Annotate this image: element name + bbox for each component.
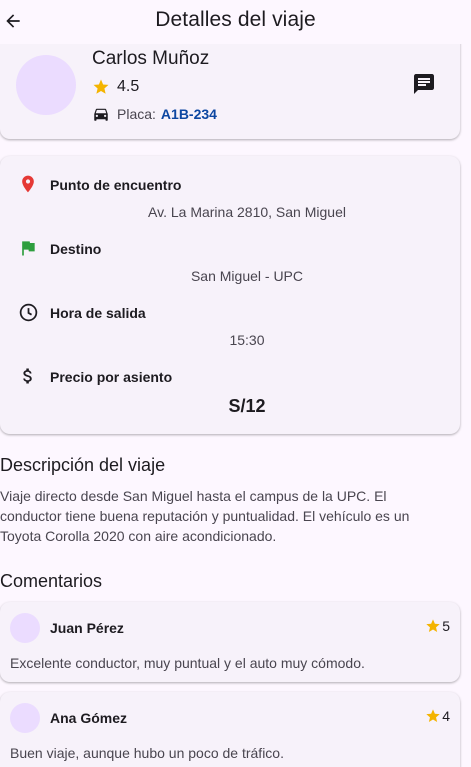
trip-details-card: Punto de encuentro Av. La Marina 2810, S… — [0, 156, 460, 434]
comment-text: Buen viaje, aunque hubo un poco de tráfi… — [10, 745, 284, 761]
comment-author: Juan Pérez — [50, 620, 124, 636]
meeting-point-icon-wrap — [17, 173, 39, 195]
location-pin-icon — [22, 175, 34, 193]
star-icon — [93, 79, 109, 94]
clock-icon — [19, 303, 37, 321]
meeting-point-value: Av. La Marina 2810, San Miguel — [148, 204, 346, 220]
driver-rating: 4.5 — [92, 78, 139, 96]
car-icon — [94, 108, 108, 121]
page-title: Detalles del viaje — [155, 8, 316, 31]
driver-plate: Placa: A1B-234 — [92, 105, 217, 123]
comments-title: Comentarios — [0, 571, 103, 591]
app-bar: Detalles del viaje — [0, 0, 471, 44]
comment-card: Ana Gómez 4 Buen viaje, aunque hubo un p… — [0, 692, 460, 767]
message-icon — [414, 74, 434, 94]
star-icon — [426, 709, 440, 722]
driver-rating-value: 4.5 — [117, 78, 140, 95]
price-value: S/12 — [228, 396, 266, 416]
driver-card: Carlos Muñoz 4.5 Placa: A1B-234 — [0, 28, 460, 139]
plate-value: A1B-234 — [160, 106, 217, 122]
driver-avatar — [16, 55, 76, 115]
comment-avatar — [10, 703, 40, 733]
comment-card: Juan Pérez 5 Excelente conductor, muy pu… — [0, 602, 460, 682]
departure-time: 15:30 — [229, 332, 265, 348]
description-title: Descripción del viaje — [0, 455, 166, 475]
comment-avatar — [10, 613, 40, 643]
flag-icon — [22, 241, 35, 256]
comment-rating-value: 5 — [442, 618, 450, 634]
comment-rating: 4 — [425, 708, 450, 724]
comment-author: Ana Gómez — [50, 710, 128, 726]
departure-icon-wrap — [17, 301, 39, 323]
driver-name: Carlos Muñoz — [92, 48, 210, 69]
star-icon — [426, 619, 440, 632]
message-button[interactable] — [412, 72, 436, 96]
comment-text: Excelente conductor, muy puntual y el au… — [10, 655, 365, 671]
price-icon-wrap — [17, 365, 39, 387]
description-text: Viaje directo desde San Miguel hasta el … — [0, 488, 410, 544]
dollar-icon — [23, 368, 32, 384]
comment-rating: 5 — [425, 618, 450, 634]
meeting-point-label: Punto de encuentro — [50, 177, 182, 193]
price-label: Precio por asiento — [50, 369, 173, 385]
destination-icon-wrap — [17, 237, 39, 259]
comment-rating-value: 4 — [442, 708, 450, 724]
plate-label: Placa: — [117, 106, 156, 122]
destination-label: Destino — [50, 241, 102, 257]
destination-value: San Miguel - UPC — [190, 268, 304, 284]
departure-label: Hora de salida — [50, 305, 146, 321]
